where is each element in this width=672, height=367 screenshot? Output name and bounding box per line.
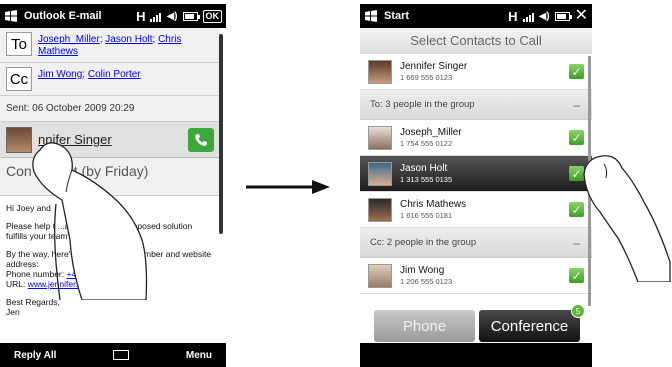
keyboard-icon[interactable] bbox=[113, 350, 130, 360]
cc-row: Cc Jim Wong; Colin Porter bbox=[0, 63, 220, 96]
select-contacts-screen: Start H ◀) ✕ Select Contacts to Call Jen… bbox=[360, 4, 592, 367]
signal-icon bbox=[522, 11, 534, 22]
checkbox-checked[interactable]: ✓ bbox=[569, 268, 584, 283]
call-button[interactable] bbox=[188, 127, 214, 152]
to-row: To Joseph_Miller; Jason Holt; Chris Math… bbox=[0, 28, 220, 63]
email-subject: Con equest (by Friday) bbox=[0, 158, 220, 196]
to-label: To bbox=[6, 32, 32, 56]
recipient-link[interactable]: Jim Wong bbox=[38, 69, 82, 80]
contact-name: Jason Holt bbox=[400, 162, 448, 174]
phone-link[interactable]: +44 1111 11111 bbox=[66, 269, 123, 279]
avatar bbox=[368, 161, 392, 186]
arrow-right-icon bbox=[246, 180, 330, 194]
sender-row[interactable]: nnifer Singer bbox=[0, 122, 220, 158]
page-title: Select Contacts to Call bbox=[360, 28, 592, 54]
recipient-link[interactable]: Joseph_Miller bbox=[38, 34, 100, 45]
network-h-icon: H bbox=[136, 8, 146, 24]
body-greeting: Hi Joey and bbox=[6, 203, 51, 213]
avatar bbox=[368, 125, 392, 150]
checkbox-checked[interactable]: ✓ bbox=[569, 130, 584, 145]
contact-phone: 1 313 555 0135 bbox=[400, 174, 453, 184]
email-phone-screen: Outlook E-mail H ◀) OK To Joseph_Miller;… bbox=[0, 4, 226, 367]
contact-phone: 1 616 555 0181 bbox=[400, 210, 453, 220]
cc-recipients: Jim Wong; Colin Porter bbox=[38, 69, 141, 80]
app-title: Outlook E-mail bbox=[24, 10, 102, 22]
cc-label: Cc bbox=[6, 67, 32, 91]
sender-name[interactable]: nnifer Singer bbox=[38, 132, 188, 147]
avatar bbox=[368, 263, 392, 288]
contact-name: Chris Mathews bbox=[400, 198, 467, 210]
email-body: Hi Joey and Please help t ...ain whether… bbox=[0, 203, 218, 325]
collapse-icon[interactable]: – bbox=[573, 236, 580, 250]
network-h-icon: H bbox=[508, 8, 518, 24]
participant-count-badge: 5 bbox=[571, 304, 585, 318]
url-link[interactable]: www.jennifer.singer.com bbox=[28, 279, 119, 289]
body-paragraph: Please help t ...ain whether the propose… bbox=[6, 221, 193, 241]
speaker-icon[interactable]: ◀) bbox=[539, 11, 550, 22]
contact-list: Jennifer Singer 1 669 555 0123 ✓ To: 3 pe… bbox=[360, 54, 592, 294]
battery-icon bbox=[182, 11, 200, 21]
contact-phone: 1 206 555 0123 bbox=[400, 276, 453, 286]
group-header-to[interactable]: To: 3 people in the group – bbox=[360, 90, 592, 120]
sender-avatar bbox=[6, 126, 32, 153]
hand-gesture-icon bbox=[583, 155, 671, 282]
status-bar: Start H ◀) ✕ bbox=[360, 4, 592, 28]
phone-button[interactable]: Phone bbox=[374, 310, 475, 342]
to-recipients: Joseph_Miller; Jason Holt; Chris Mathews bbox=[38, 34, 182, 57]
recipient-link[interactable]: Colin Porter bbox=[88, 69, 141, 80]
speaker-icon[interactable]: ◀) bbox=[166, 11, 177, 22]
windows-start-icon[interactable] bbox=[4, 9, 18, 23]
menu-softkey[interactable]: Menu bbox=[186, 350, 212, 361]
contact-phone: 1 669 555 0123 bbox=[400, 72, 453, 82]
body-paragraph: By the way, here's my new phone number a… bbox=[6, 249, 212, 289]
call-buttons: Phone Conference 5 bbox=[360, 304, 592, 342]
softkey-bar bbox=[360, 343, 592, 367]
conference-button[interactable]: Conference 5 bbox=[479, 304, 585, 342]
checkbox-checked[interactable]: ✓ bbox=[569, 202, 584, 217]
phone-icon bbox=[195, 133, 207, 146]
signal-icon bbox=[150, 11, 162, 22]
list-item-selected[interactable]: Jason Holt 1 313 555 0135 ✓ bbox=[360, 156, 592, 192]
list-item[interactable]: Jim Wong 1 206 555 0123 ✓ bbox=[360, 258, 592, 294]
list-item[interactable]: Joseph_Miller 1 754 555 0122 ✓ bbox=[360, 120, 592, 156]
close-icon[interactable]: ✕ bbox=[575, 8, 588, 24]
avatar bbox=[368, 59, 392, 84]
recipient-link[interactable]: Jason Holt bbox=[105, 34, 152, 45]
contact-phone: 1 754 555 0122 bbox=[400, 138, 453, 148]
softkey-bar: Reply All Menu bbox=[0, 343, 226, 367]
contact-name: Jennifer Singer bbox=[400, 60, 468, 72]
checkbox-checked[interactable]: ✓ bbox=[569, 166, 584, 181]
list-item[interactable]: Jennifer Singer 1 669 555 0123 ✓ bbox=[360, 54, 592, 90]
group-header-cc[interactable]: Cc: 2 people in the group – bbox=[360, 228, 592, 258]
ok-button[interactable]: OK bbox=[202, 9, 222, 23]
contact-name: Jim Wong bbox=[400, 264, 445, 276]
email-header: To Joseph_Miller; Jason Holt; Chris Math… bbox=[0, 28, 220, 196]
reply-all-softkey[interactable]: Reply All bbox=[14, 350, 56, 361]
app-title: Start bbox=[384, 10, 410, 22]
checkbox-checked[interactable]: ✓ bbox=[569, 64, 584, 79]
collapse-icon[interactable]: – bbox=[573, 98, 580, 112]
battery-icon bbox=[554, 11, 572, 21]
scrollbar[interactable] bbox=[219, 34, 223, 234]
scrollbar[interactable] bbox=[588, 56, 591, 306]
windows-start-icon[interactable] bbox=[364, 9, 378, 23]
contact-name: Joseph_Miller bbox=[400, 126, 462, 138]
body-closing: Best Regards, Jen bbox=[6, 297, 60, 317]
list-item[interactable]: Chris Mathews 1 616 555 0181 ✓ bbox=[360, 192, 592, 228]
status-bar: Outlook E-mail H ◀) OK bbox=[0, 4, 226, 28]
avatar bbox=[368, 197, 392, 222]
stage: Outlook E-mail H ◀) OK To Joseph_Miller;… bbox=[0, 0, 672, 367]
sent-date: Sent: 06 October 2009 20:29 bbox=[0, 96, 220, 122]
